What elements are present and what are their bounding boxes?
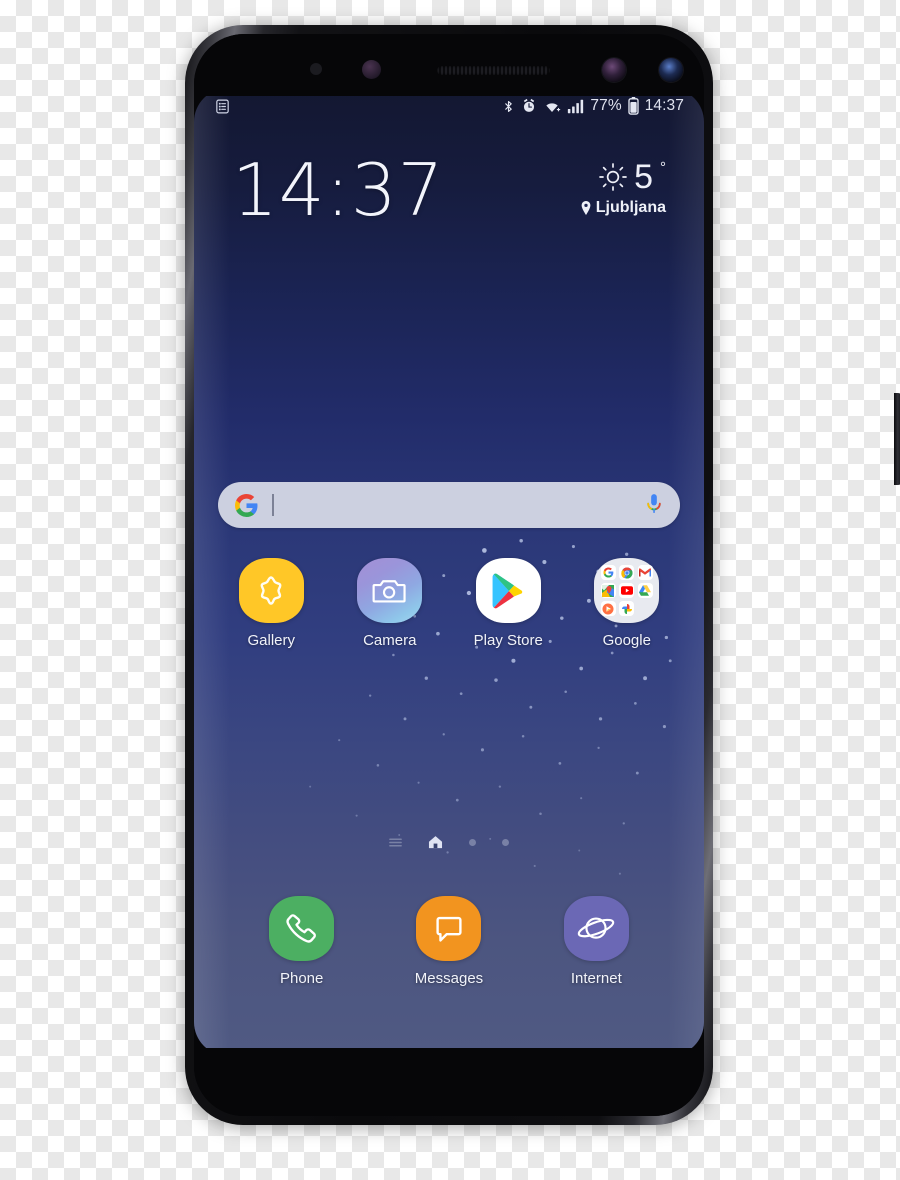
google-search-icon [600,565,616,580]
phone-bezel: 77% 14:37 14:37 5 ° Ljubljana Gallery Ca… [194,34,704,1116]
app-messages[interactable]: Messages [375,896,522,987]
proximity-sensor [362,60,381,79]
clock-weather-widget[interactable]: 14:37 5 ° Ljubljana [194,154,704,244]
clock-time[interactable]: 14:37 [232,154,445,226]
status-bar-indicators[interactable]: 77% 14:37 [502,97,684,115]
weather-degree-symbol: ° [660,158,666,176]
home-app-grid: Gallery Camera Play Store Google [212,558,686,649]
youtube-icon [619,583,635,598]
messages-icon[interactable] [416,896,482,961]
app-label: Google [602,632,651,649]
app-label: Gallery [247,632,295,649]
app-internet[interactable]: Internet [523,896,670,987]
play-music-icon [600,601,616,616]
weather-location: Ljubljana [595,199,666,216]
app-google-folder[interactable]: Google [568,558,687,649]
chrome-icon [619,565,635,580]
app-camera[interactable]: Camera [331,558,450,649]
battery-percent: 77% [590,97,622,114]
weather-temperature: 5 [634,158,653,196]
status-bar-notifications[interactable] [214,98,231,115]
note-list-icon [214,98,231,115]
phone-device: 77% 14:37 14:37 5 ° Ljubljana Gallery Ca… [185,25,900,1125]
app-phone[interactable]: Phone [228,896,375,987]
internet-icon[interactable] [563,896,629,961]
google-search-bar[interactable] [218,482,680,528]
home-icon[interactable] [428,835,443,849]
earpiece-speaker [437,66,550,75]
bottom-bezel [194,1048,704,1116]
app-gallery[interactable]: Gallery [212,558,331,649]
bluetooth-icon [502,98,515,115]
location-pin-icon [580,201,592,215]
app-label: Phone [279,970,324,987]
google-folder[interactable] [594,558,660,623]
photos-icon [619,601,635,616]
battery-icon [628,97,639,115]
app-label: Play Store [473,632,543,649]
ir-sensor [310,63,322,75]
search-text-caret [272,494,274,516]
maps-icon [600,583,616,598]
gmail-icon [637,565,653,580]
dock: Phone Messages Internet [228,896,670,987]
play-store-icon[interactable] [475,558,541,623]
phone-icon[interactable] [269,896,335,961]
front-camera [659,58,683,82]
status-bar-clock: 14:37 [644,97,684,114]
microphone-icon[interactable] [644,493,664,517]
weather-widget[interactable]: 5 ° Ljubljana [580,154,666,217]
app-label: Camera [363,632,417,649]
cellular-signal-icon [567,99,584,114]
gallery-icon[interactable] [238,558,304,623]
app-play-store[interactable]: Play Store [449,558,568,649]
sun-icon [598,162,628,192]
app-label: Internet [570,970,622,987]
wifi-icon [543,99,561,114]
google-g-logo [234,493,259,518]
page-dot[interactable] [502,838,509,846]
top-bezel [194,34,704,96]
iris-scanner [602,58,626,82]
phone-screen: 77% 14:37 14:37 5 ° Ljubljana Gallery Ca… [194,88,704,1056]
app-label: Messages [414,970,484,987]
drive-icon [637,583,653,598]
camera-icon[interactable] [357,558,423,623]
alarm-icon [521,98,537,114]
power-key[interactable] [894,393,900,485]
page-dot[interactable] [469,838,476,846]
page-indicator[interactable] [194,833,704,851]
apps-list-icon[interactable] [389,837,402,848]
